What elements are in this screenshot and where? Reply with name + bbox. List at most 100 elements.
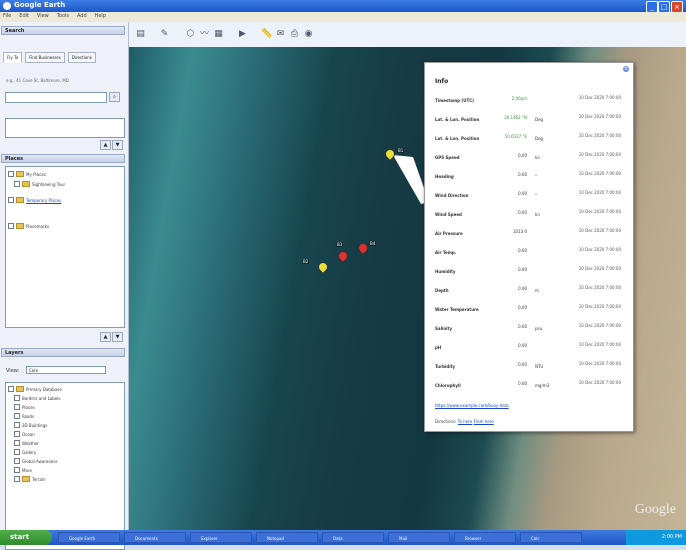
sidebar-toggle-icon[interactable]: ▤ <box>135 29 146 40</box>
layer-item[interactable]: Roads <box>14 413 34 419</box>
ruler-icon[interactable]: 📏 <box>261 29 272 40</box>
taskbar-button[interactable]: Explorer <box>190 532 252 543</box>
row-value: 0.00 <box>518 172 527 177</box>
taskbar-button[interactable]: Mail <box>388 532 450 543</box>
taskbar-button[interactable]: Calc <box>520 532 582 543</box>
tab-find-businesses[interactable]: Find Businesses <box>25 52 65 63</box>
email-icon[interactable]: ✉ <box>275 29 286 40</box>
sidebar: Search Fly To Find Businesses Directions… <box>0 22 129 550</box>
layer-item[interactable]: More <box>14 467 32 473</box>
path-icon[interactable]: 〰 <box>199 29 210 40</box>
checkbox[interactable] <box>8 197 14 203</box>
print-icon[interactable]: ⎙ <box>289 29 300 40</box>
tree-item[interactable]: Placemarks <box>8 223 49 229</box>
checkbox[interactable] <box>8 171 14 177</box>
view-select[interactable]: Core <box>26 366 106 374</box>
layer-item[interactable]: Primary Database <box>8 386 62 392</box>
start-button[interactable]: start <box>0 530 52 545</box>
layers-panel-header[interactable]: Layers <box>1 348 125 357</box>
row-unit: kn <box>535 212 540 217</box>
tour-icon[interactable]: ▶ <box>237 29 248 40</box>
row-name: Air Temp. <box>435 250 457 255</box>
data-row: Salinity 0.00 psu 10 Dec 2020 7:00:00 <box>435 319 627 339</box>
menu-tools[interactable]: Tools <box>57 13 69 19</box>
folder-icon <box>16 223 24 229</box>
folder-icon <box>22 476 30 482</box>
overlay-icon[interactable]: ▦ <box>213 29 224 40</box>
balloon-close-button[interactable]: × <box>623 66 629 72</box>
row-date: 10 Dec 2020 7:00:00 <box>578 171 621 176</box>
row-name: Turbidity <box>435 364 456 369</box>
row-name: Lat. & Lon. Position <box>435 136 480 141</box>
tab-directions[interactable]: Directions <box>67 52 96 63</box>
places-panel-header[interactable]: Places <box>1 154 125 163</box>
row-date: 10 Dec 2020 7:00:00 <box>578 361 621 366</box>
from-here-link[interactable]: From here <box>474 419 494 424</box>
row-date: 10 Dec 2020 7:00:00 <box>578 152 621 157</box>
taskbar-button[interactable]: Notepad <box>256 532 318 543</box>
layer-item[interactable]: Ocean <box>14 431 35 437</box>
row-value: 0.00 <box>518 324 527 329</box>
data-row: Heading 0.00 ° 10 Dec 2020 7:00:00 <box>435 167 627 187</box>
system-tray: 2:00 PM <box>626 530 686 545</box>
row-unit: Deg <box>535 136 544 141</box>
menu-add[interactable]: Add <box>77 13 87 19</box>
row-date: 10 Dec 2020 7:00:00 <box>578 380 621 385</box>
row-name: Timestamp (UTC) <box>435 98 474 103</box>
layer-item[interactable]: 3D Buildings <box>14 422 47 428</box>
tree-item[interactable]: My Places <box>8 171 46 177</box>
data-row: Timestamp (UTC) 2:00pm 10 Dec 2020 7:00:00 <box>435 91 627 111</box>
folder-icon <box>16 197 24 203</box>
search-up-button[interactable]: ▲ <box>100 140 111 150</box>
row-date: 10 Dec 2020 7:00:00 <box>578 266 621 271</box>
polygon-icon[interactable]: ⬡ <box>185 29 196 40</box>
places-tree: My Places Sightseeing Tour Temporary Pla… <box>5 166 125 328</box>
places-up-button[interactable]: ▲ <box>100 332 111 342</box>
row-date: 10 Dec 2020 7:00:00 <box>578 342 621 347</box>
row-value: 1013.0 <box>513 229 527 234</box>
folder-icon <box>16 171 24 177</box>
checkbox[interactable] <box>8 223 14 229</box>
search-down-button[interactable]: ▼ <box>112 140 123 150</box>
places-down-button[interactable]: ▼ <box>112 332 123 342</box>
checkbox[interactable] <box>14 181 20 187</box>
layer-item[interactable]: Global Awareness <box>14 458 58 464</box>
taskbar-button[interactable]: Data <box>322 532 384 543</box>
tab-fly-to[interactable]: Fly To <box>3 52 23 63</box>
layer-item[interactable]: Terrain <box>14 476 46 482</box>
to-here-link[interactable]: To here <box>458 419 473 424</box>
row-value: 2:00pm <box>511 96 527 101</box>
taskbar-button[interactable]: Documents <box>124 532 186 543</box>
tree-item[interactable]: Sightseeing Tour <box>14 181 65 187</box>
layer-item[interactable]: Borders and Labels <box>14 395 60 401</box>
layer-item[interactable]: Weather <box>14 440 39 446</box>
row-date: 10 Dec 2020 7:00:00 <box>578 133 621 138</box>
data-row: Wind Speed 0.00 kn 10 Dec 2020 7:00:00 <box>435 205 627 225</box>
search-panel-header[interactable]: Search <box>1 26 125 35</box>
globe-icon[interactable]: ◉ <box>303 29 314 40</box>
pin-label: B3 <box>336 242 344 247</box>
row-value: 0.00 <box>518 343 527 348</box>
layers-tree: Primary Database Borders and Labels Plac… <box>5 382 125 550</box>
menu-file[interactable]: File <box>3 13 11 19</box>
row-unit: mg/m3 <box>535 383 550 388</box>
menu-help[interactable]: Help <box>95 13 106 19</box>
data-row: Air Temp. 0.00 10 Dec 2020 7:00:00 <box>435 243 627 263</box>
data-row: Wind Direction 0.00 ° 10 Dec 2020 7:00:00 <box>435 186 627 206</box>
layer-item[interactable]: Gallery <box>14 449 36 455</box>
row-value: 0.00 <box>518 267 527 272</box>
taskbar-button[interactable]: Browser <box>454 532 516 543</box>
balloon-link[interactable]: https://www.example.com/buoy-data <box>435 403 509 408</box>
taskbar-button[interactable]: Google Earth <box>58 532 120 543</box>
row-unit: Deg <box>535 117 544 122</box>
placemark-icon[interactable]: ✎ <box>159 29 170 40</box>
tree-item[interactable]: Temporary Places <box>8 197 61 203</box>
search-input[interactable] <box>5 92 107 103</box>
row-unit: ° <box>535 193 537 198</box>
search-button[interactable]: ⌕ <box>109 92 120 102</box>
menu-edit[interactable]: Edit <box>19 13 29 19</box>
row-value: 0.00 <box>518 286 527 291</box>
row-name: Humidity <box>435 269 456 274</box>
layer-item[interactable]: Places <box>14 404 35 410</box>
menu-view[interactable]: View <box>37 13 49 19</box>
